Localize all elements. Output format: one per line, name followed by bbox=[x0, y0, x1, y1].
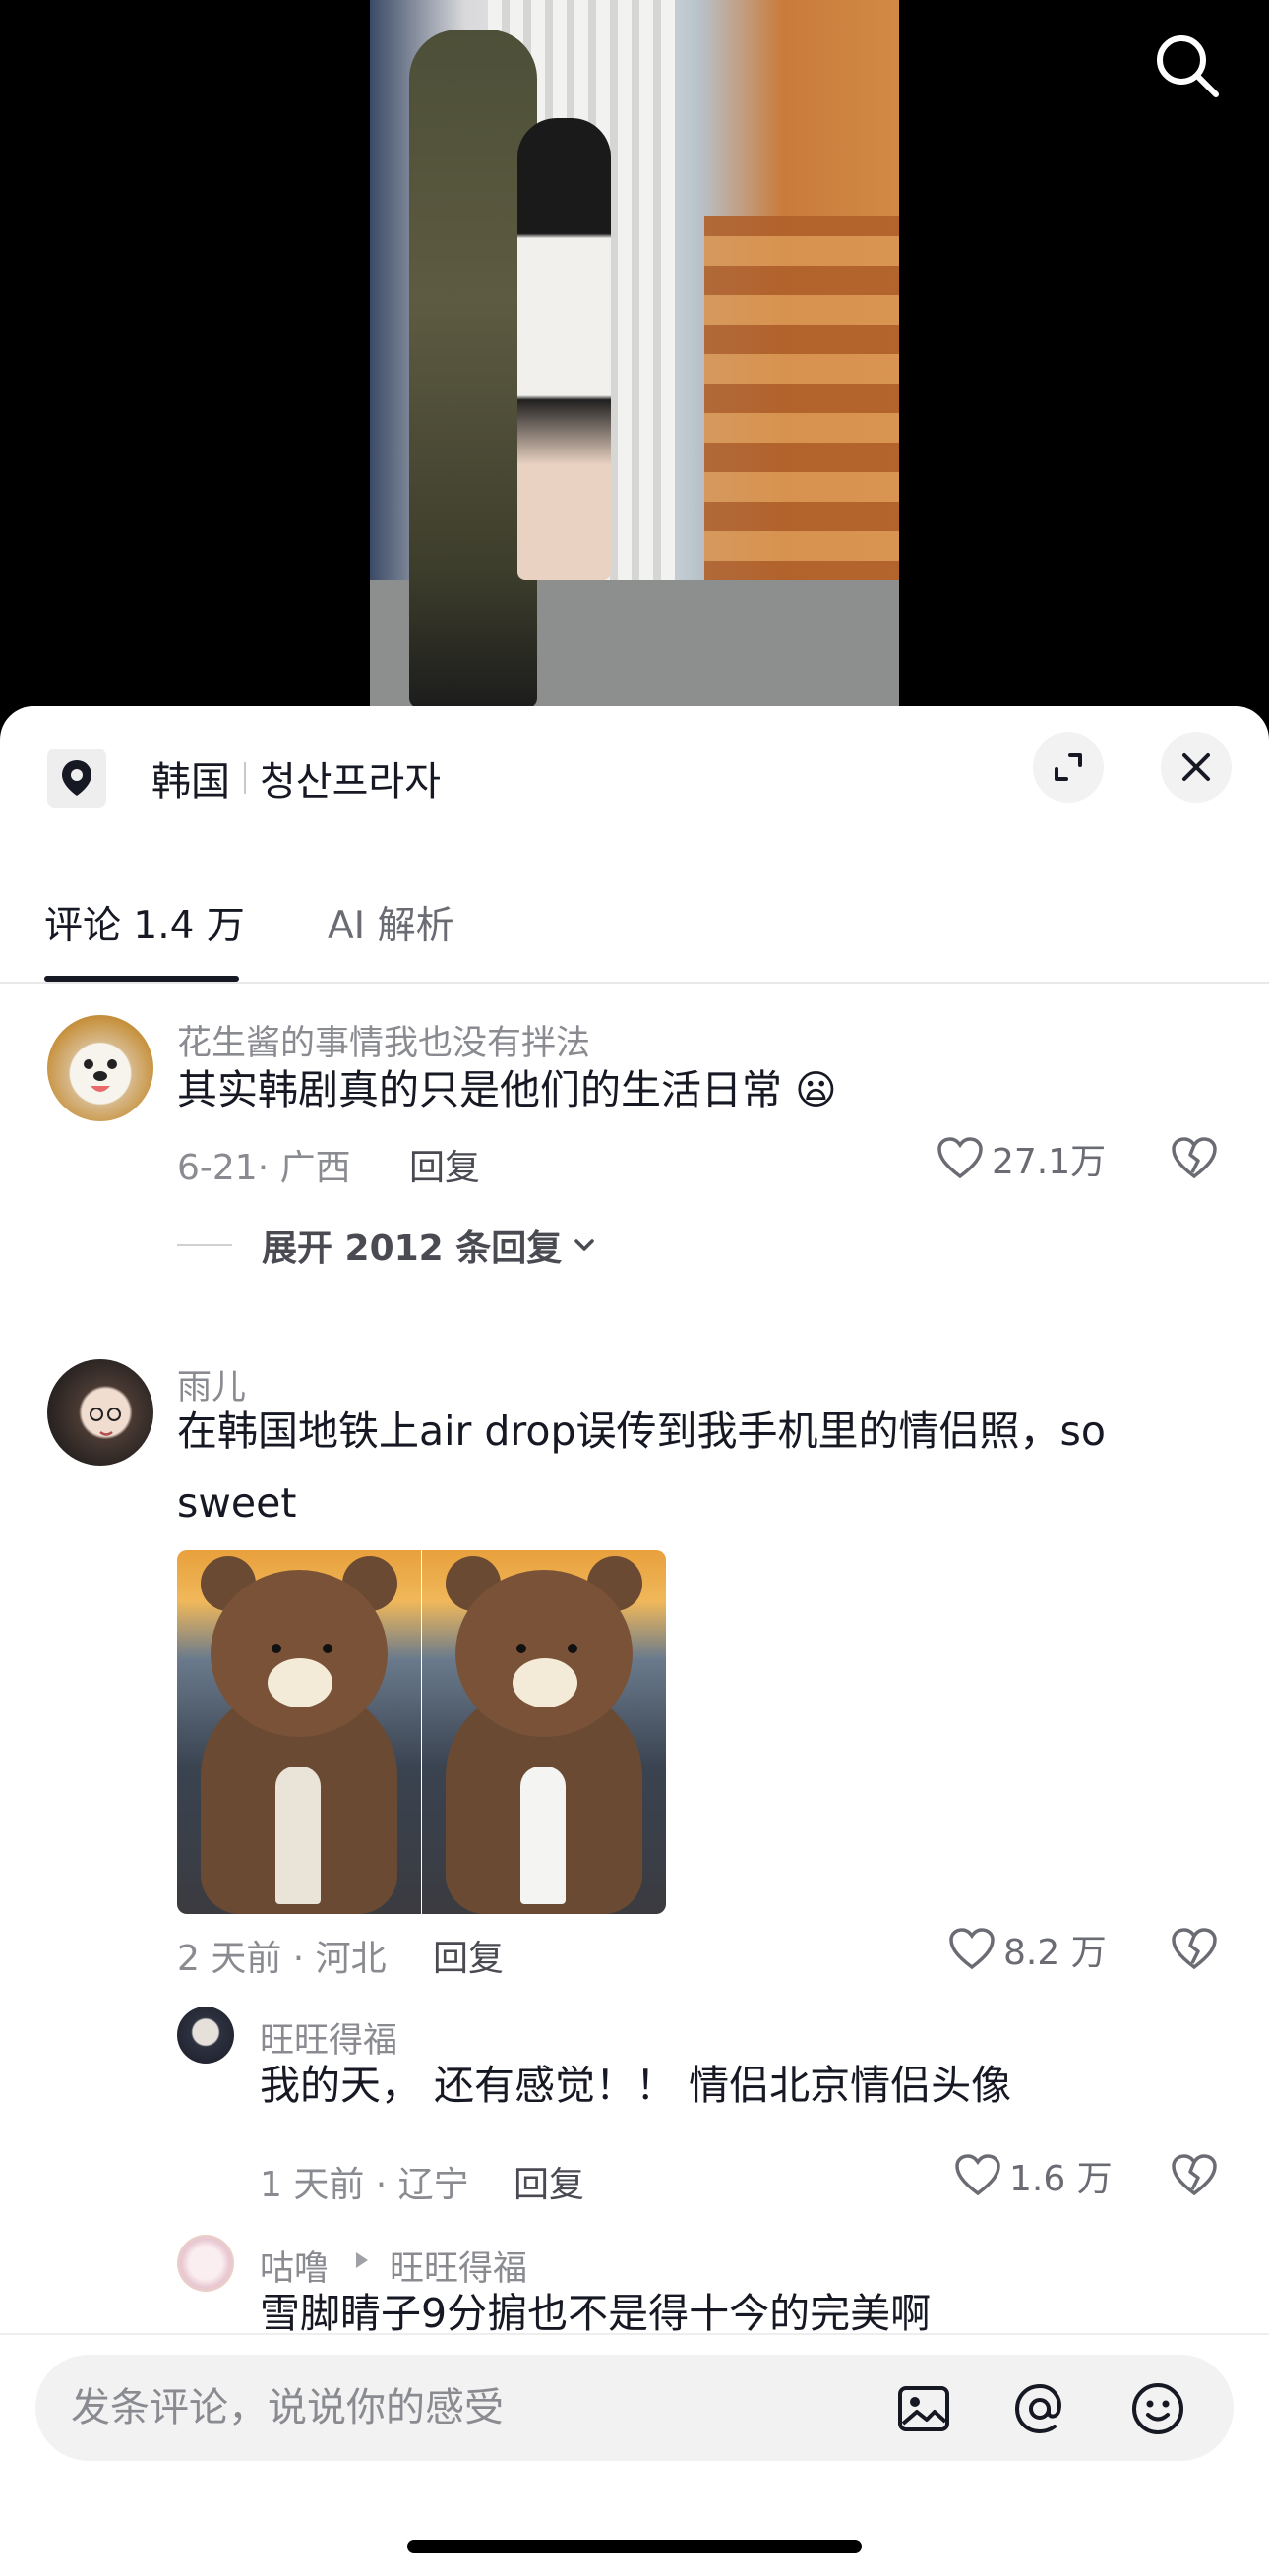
bear-muzzle bbox=[268, 1658, 332, 1707]
expand-replies-dash bbox=[177, 1244, 232, 1246]
bear-eye bbox=[568, 1644, 577, 1653]
like-count: 27.1万 bbox=[992, 1142, 1107, 1182]
location-separator bbox=[244, 762, 246, 794]
comment-input-bar bbox=[0, 2333, 1269, 2576]
reply-button[interactable]: 回复 bbox=[514, 2156, 584, 2207]
location-place: 청산프라자 bbox=[260, 759, 441, 805]
tab-comments[interactable]: 评论 1.4 万 bbox=[44, 895, 245, 950]
comment-text: 其实韩剧真的只是他们的生活日常 😦 bbox=[177, 1066, 837, 1113]
heart-icon bbox=[937, 1137, 983, 1179]
reply-button[interactable]: 回复 bbox=[409, 1139, 480, 1190]
expand-replies-label: 展开 2012 条回复 bbox=[262, 1228, 563, 1269]
tab-active-indicator bbox=[44, 976, 239, 982]
location-country: 韩国 bbox=[151, 759, 230, 805]
person-figure bbox=[520, 1767, 566, 1904]
comment-meta: 6-21· 广西 bbox=[177, 1148, 351, 1188]
image-icon[interactable] bbox=[895, 2380, 952, 2437]
couple-photo-left[interactable] bbox=[177, 1550, 421, 1914]
bear-head bbox=[211, 1570, 388, 1737]
bear-eye bbox=[323, 1644, 332, 1653]
comment-photo[interactable] bbox=[177, 1550, 666, 1914]
video-frame[interactable] bbox=[370, 0, 899, 748]
close-icon bbox=[1182, 753, 1210, 781]
comment-tabs: 评论 1.4 万 AI 解析 bbox=[0, 854, 1269, 984]
reply-arrow-icon bbox=[356, 2252, 368, 2268]
expand-icon bbox=[1055, 753, 1082, 781]
girl-avatar-icon bbox=[90, 1408, 121, 1436]
comment-meta: 2 天前 · 河北 bbox=[177, 1939, 387, 1979]
location-pin-icon bbox=[47, 749, 106, 808]
search-button[interactable] bbox=[1151, 30, 1224, 102]
heart-icon bbox=[949, 1928, 995, 1970]
broken-heart-icon bbox=[1172, 1137, 1217, 1179]
reply-button[interactable]: 回复 bbox=[433, 1930, 504, 1981]
comment-sheet: 韩国 청산프라자 评论 1.4 万 AI 解析 花生酱的事情我也没有拌法 其实韩… bbox=[0, 706, 1269, 2576]
dislike-button[interactable] bbox=[1169, 1133, 1220, 1188]
heart-icon bbox=[955, 2154, 1000, 2196]
bear-eye bbox=[516, 1644, 526, 1653]
like-button[interactable]: 8.2 万 bbox=[946, 1924, 1107, 1975]
dislike-button[interactable] bbox=[1169, 2150, 1220, 2205]
close-button[interactable] bbox=[1161, 732, 1232, 803]
comment-input[interactable] bbox=[71, 2355, 858, 2461]
video-scene-girl bbox=[517, 118, 611, 580]
like-count: 1.6 万 bbox=[1009, 2159, 1113, 2199]
broken-heart-icon bbox=[1172, 2154, 1217, 2196]
avatar[interactable] bbox=[177, 2235, 234, 2292]
expand-button[interactable] bbox=[1033, 732, 1104, 803]
bear-eye bbox=[272, 1644, 281, 1653]
at-mention-icon[interactable] bbox=[1011, 2380, 1068, 2437]
video-player[interactable] bbox=[0, 0, 1269, 748]
location-bar[interactable]: 韩国 청산프라자 bbox=[47, 744, 441, 812]
person-figure bbox=[275, 1767, 321, 1904]
broken-heart-icon bbox=[1172, 1928, 1217, 1970]
reply-meta: 1 天前 · 辽宁 bbox=[260, 2165, 469, 2205]
bear-muzzle bbox=[513, 1658, 577, 1707]
bear-head bbox=[455, 1570, 633, 1737]
search-icon bbox=[1157, 35, 1219, 97]
like-count: 8.2 万 bbox=[1003, 1933, 1107, 1973]
tab-ai-analysis[interactable]: AI 解析 bbox=[328, 895, 454, 950]
dog-avatar-icon bbox=[84, 1059, 117, 1092]
avatar[interactable] bbox=[47, 1015, 153, 1121]
comment-text: 在韩国地铁上air drop误传到我手机里的情侣照，so sweet bbox=[177, 1408, 1106, 1527]
avatar[interactable] bbox=[177, 2007, 234, 2064]
dislike-button[interactable] bbox=[1169, 1924, 1220, 1979]
like-button[interactable]: 27.1万 bbox=[935, 1133, 1106, 1184]
home-indicator[interactable] bbox=[407, 2540, 862, 2553]
emoji-icon[interactable] bbox=[1129, 2380, 1186, 2437]
comment-input-wrapper[interactable] bbox=[35, 2355, 1234, 2461]
avatar[interactable] bbox=[47, 1359, 153, 1466]
like-button[interactable]: 1.6 万 bbox=[952, 2150, 1113, 2201]
couple-photo-right[interactable] bbox=[422, 1550, 666, 1914]
expand-replies-button[interactable]: 展开 2012 条回复 bbox=[177, 1220, 601, 1271]
reply-text: 我的天， 还有感觉！！ 情侣北京情侣头像 bbox=[260, 2062, 1012, 2109]
chevron-down-icon bbox=[574, 1239, 595, 1251]
